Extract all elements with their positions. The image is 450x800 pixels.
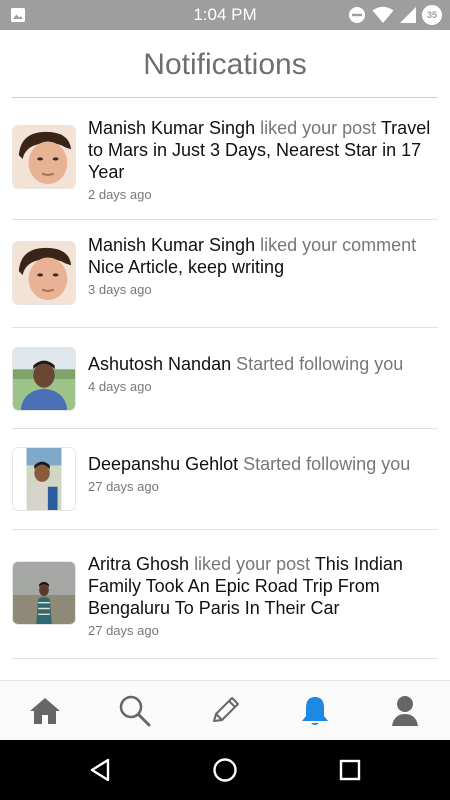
avatar-image xyxy=(13,242,75,304)
timestamp: 27 days ago xyxy=(88,479,159,494)
signal-icon xyxy=(400,7,416,23)
home-icon xyxy=(30,698,60,724)
avatar-image xyxy=(13,348,75,410)
avatar-image xyxy=(13,448,75,510)
search-icon xyxy=(119,695,151,727)
nav-write-button[interactable] xyxy=(180,681,270,741)
action-text: Started following you xyxy=(236,354,404,374)
notification-text: Manish Kumar Singh liked your post Trave… xyxy=(88,117,436,204)
system-back-button[interactable] xyxy=(60,740,140,800)
avatar-image xyxy=(13,562,75,624)
notification-item[interactable]: Aritra Ghosh liked your post This Indian… xyxy=(0,529,450,659)
avatar[interactable] xyxy=(12,241,76,305)
timestamp: 27 days ago xyxy=(88,623,159,638)
user-name[interactable]: Ashutosh Nandan xyxy=(88,354,231,374)
status-icons: 35 xyxy=(348,5,442,25)
avatar[interactable] xyxy=(12,447,76,511)
battery-level: 35 xyxy=(426,10,437,20)
avatar[interactable] xyxy=(12,125,76,189)
action-text: Started following you xyxy=(243,454,411,474)
avatar[interactable] xyxy=(12,347,76,411)
action-text: liked your comment xyxy=(260,235,417,255)
user-name[interactable]: Manish Kumar Singh xyxy=(88,118,255,138)
home-circle-icon xyxy=(213,758,237,782)
user-name[interactable]: Deepanshu Gehlot xyxy=(88,454,238,474)
nav-search-button[interactable] xyxy=(90,681,180,741)
notification-item[interactable]: Manish Kumar Singh liked your post Trave… xyxy=(0,98,450,220)
action-text: liked your post xyxy=(194,554,311,574)
wifi-icon xyxy=(372,6,394,23)
avatar-image xyxy=(13,126,75,188)
battery-icon: 35 xyxy=(422,5,442,25)
profile-icon xyxy=(392,696,418,726)
notification-item[interactable]: Ashutosh Nandan Started following you 4 … xyxy=(0,328,450,429)
do-not-disturb-icon xyxy=(349,7,365,23)
nav-notifications-button[interactable] xyxy=(270,681,360,741)
nav-home-button[interactable] xyxy=(0,681,90,741)
status-bar: 1:04 PM 35 xyxy=(0,0,450,30)
action-text: liked your post xyxy=(260,118,377,138)
timestamp: 2 days ago xyxy=(88,187,152,202)
back-icon xyxy=(90,758,110,782)
notification-text: Manish Kumar Singh liked your comment Ni… xyxy=(88,234,436,299)
nav-profile-button[interactable] xyxy=(360,681,450,741)
divider xyxy=(12,658,438,659)
bell-icon xyxy=(302,697,328,725)
avatar[interactable] xyxy=(12,561,76,625)
user-name[interactable]: Manish Kumar Singh xyxy=(88,235,255,255)
user-name[interactable]: Aritra Ghosh xyxy=(88,554,189,574)
recents-icon xyxy=(339,759,361,781)
notification-text: Aritra Ghosh liked your post This Indian… xyxy=(88,553,436,640)
notification-text: Ashutosh Nandan Started following you 4 … xyxy=(88,353,436,396)
system-home-button[interactable] xyxy=(185,740,265,800)
system-recents-button[interactable] xyxy=(310,740,390,800)
bottom-nav xyxy=(0,680,450,740)
header: Notifications xyxy=(0,30,450,98)
notification-text: Deepanshu Gehlot Started following you 2… xyxy=(88,453,436,496)
notification-item[interactable]: Deepanshu Gehlot Started following you 2… xyxy=(0,429,450,530)
content-text[interactable]: Nice Article, keep writing xyxy=(88,257,284,277)
system-nav-bar xyxy=(0,740,450,800)
timestamp: 4 days ago xyxy=(88,379,152,394)
page-title: Notifications xyxy=(143,48,307,81)
timestamp: 3 days ago xyxy=(88,282,152,297)
notification-item[interactable]: Manish Kumar Singh liked your comment Ni… xyxy=(0,220,450,328)
pencil-icon xyxy=(213,697,239,722)
notification-list[interactable]: Manish Kumar Singh liked your post Trave… xyxy=(0,98,450,680)
